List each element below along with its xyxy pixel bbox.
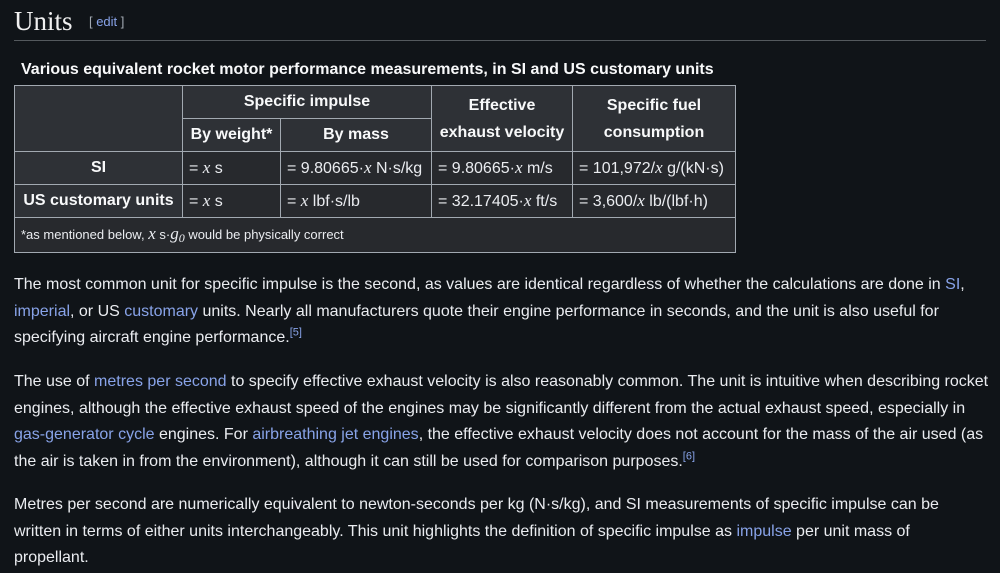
link-imperial[interactable]: imperial xyxy=(14,303,70,320)
table-row: US customary units = x s = x lbf·s/lb = … xyxy=(14,184,736,218)
edit-link[interactable]: edit xyxy=(96,14,117,29)
si-by-mass: = 9.80665·x N·s/kg xyxy=(280,151,432,185)
specific-fuel-consumption-header: Specific fuel consumption xyxy=(572,85,736,152)
reference-5[interactable]: [5] xyxy=(290,327,302,339)
effective-exhaust-velocity-header: Effective exhaust velocity xyxy=(431,85,573,152)
paragraph-newton-seconds: Metres per second are numerically equiva… xyxy=(14,496,939,566)
us-eff-velocity: = 32.17405·x ft/s xyxy=(431,184,573,218)
table-caption: Various equivalent rocket motor performa… xyxy=(21,61,714,78)
us-sfc: = 3,600/x lb/(lbf·h) xyxy=(572,184,736,218)
si-eff-velocity: = 9.80665·x m/s xyxy=(431,151,573,185)
paragraph-metres-per-second: The use of metres per second to specify … xyxy=(14,373,989,470)
link-airbreathing-jet-engines[interactable]: airbreathing jet engines xyxy=(252,426,418,443)
table-row: SI = x s = 9.80665·x N·s/kg = 9.80665·x … xyxy=(14,151,736,185)
us-by-mass: = x lbf·s/lb xyxy=(280,184,432,218)
link-customary[interactable]: customary xyxy=(124,303,198,320)
row-header-us: US customary units xyxy=(14,184,183,218)
link-si[interactable]: SI xyxy=(945,276,960,293)
row-header-si: SI xyxy=(14,151,183,185)
section-title: Units xyxy=(14,6,73,36)
section-heading: Units [ edit ] xyxy=(14,4,986,41)
edit-section: [ edit ] xyxy=(88,14,125,29)
paragraph-units-common: The most common unit for specific impuls… xyxy=(14,276,965,346)
si-by-weight: = x s xyxy=(182,151,281,185)
reference-6[interactable]: [6] xyxy=(683,450,695,462)
link-gas-generator-cycle[interactable]: gas-generator cycle xyxy=(14,426,155,443)
by-mass-header: By mass xyxy=(280,118,432,152)
corner-header xyxy=(14,85,183,152)
us-by-weight: = x s xyxy=(182,184,281,218)
table-footnote: *as mentioned below, x s·g0 would be phy… xyxy=(14,217,736,253)
si-sfc: = 101,972/x g/(kN·s) xyxy=(572,151,736,185)
link-impulse[interactable]: impulse xyxy=(736,523,791,540)
specific-impulse-header: Specific impulse xyxy=(182,85,432,119)
units-table: Specific impulse Effective exhaust veloci… xyxy=(14,85,736,253)
by-weight-header: By weight* xyxy=(182,118,281,152)
link-metres-per-second[interactable]: metres per second xyxy=(94,373,227,390)
